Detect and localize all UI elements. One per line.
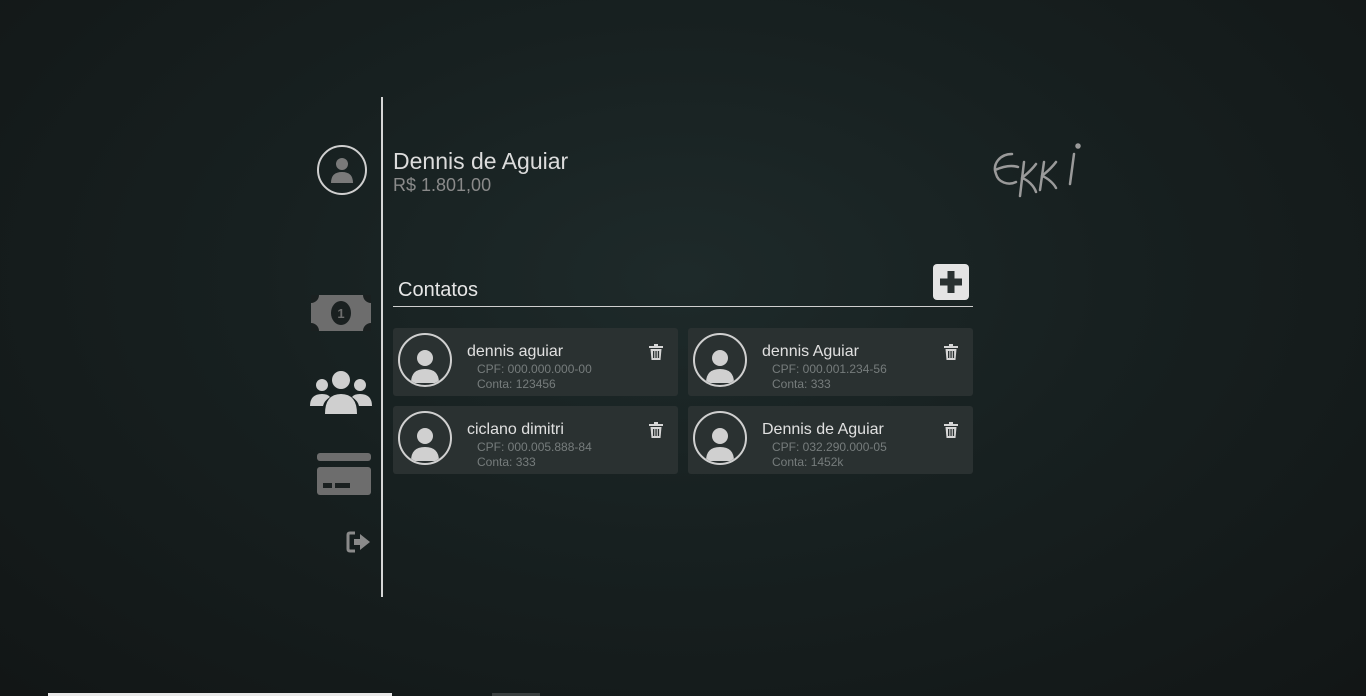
contact-account: Conta: 123456 xyxy=(477,377,556,391)
ekki-logo xyxy=(990,140,1090,202)
contact-card[interactable]: ciclano dimitri CPF: 000.005.888-84 Cont… xyxy=(393,406,678,474)
contact-name: Dennis de Aguiar xyxy=(762,421,884,438)
user-icon xyxy=(411,350,439,383)
svg-text:1: 1 xyxy=(337,306,344,321)
plus-icon xyxy=(940,271,962,293)
sign-out-icon xyxy=(346,531,370,553)
contact-avatar xyxy=(398,333,452,387)
contact-cpf: CPF: 000.005.888-84 xyxy=(477,440,592,454)
nav-contacts-button[interactable] xyxy=(310,370,372,416)
user-icon xyxy=(706,428,734,461)
user-name: Dennis de Aguiar xyxy=(393,148,569,174)
users-icon xyxy=(310,371,372,414)
credit-card-icon xyxy=(317,453,371,495)
user-avatar[interactable] xyxy=(317,145,367,195)
contact-cpf: CPF: 000.000.000-00 xyxy=(477,362,592,376)
delete-contact-button[interactable] xyxy=(944,344,958,360)
user-icon xyxy=(411,428,439,461)
contact-name: dennis aguiar xyxy=(467,343,564,360)
money-bill-icon: 1 xyxy=(311,295,371,331)
contact-account: Conta: 1452k xyxy=(772,455,844,469)
delete-contact-button[interactable] xyxy=(944,422,958,438)
contact-account: Conta: 333 xyxy=(772,377,831,391)
contact-card[interactable]: dennis aguiar CPF: 000.000.000-00 Conta:… xyxy=(393,328,678,396)
contact-avatar xyxy=(398,411,452,465)
contact-name: ciclano dimitri xyxy=(467,421,564,438)
logout-button[interactable] xyxy=(346,531,372,553)
contacts-title: Contatos xyxy=(398,279,479,301)
contact-avatar xyxy=(693,411,747,465)
user-balance: R$ 1.801,00 xyxy=(393,175,492,195)
trash-icon xyxy=(649,422,663,438)
user-icon xyxy=(706,350,734,383)
contacts-divider xyxy=(393,306,973,307)
nav-money-button[interactable]: 1 xyxy=(310,294,372,332)
user-icon xyxy=(331,158,353,183)
trash-icon xyxy=(944,344,958,360)
add-contact-button[interactable] xyxy=(933,264,969,300)
delete-contact-button[interactable] xyxy=(649,422,663,438)
nav-card-button[interactable] xyxy=(316,452,372,496)
trash-icon xyxy=(944,422,958,438)
contact-avatar xyxy=(693,333,747,387)
contact-card[interactable]: dennis Aguiar CPF: 000.001.234-56 Conta:… xyxy=(688,328,973,396)
trash-icon xyxy=(649,344,663,360)
contact-name: dennis Aguiar xyxy=(762,343,859,360)
contact-account: Conta: 333 xyxy=(477,455,536,469)
contact-cpf: CPF: 000.001.234-56 xyxy=(772,362,887,376)
delete-contact-button[interactable] xyxy=(649,344,663,360)
contact-cpf: CPF: 032.290.000-05 xyxy=(772,440,887,454)
contact-card[interactable]: Dennis de Aguiar CPF: 032.290.000-05 Con… xyxy=(688,406,973,474)
sidebar-divider xyxy=(381,97,383,597)
